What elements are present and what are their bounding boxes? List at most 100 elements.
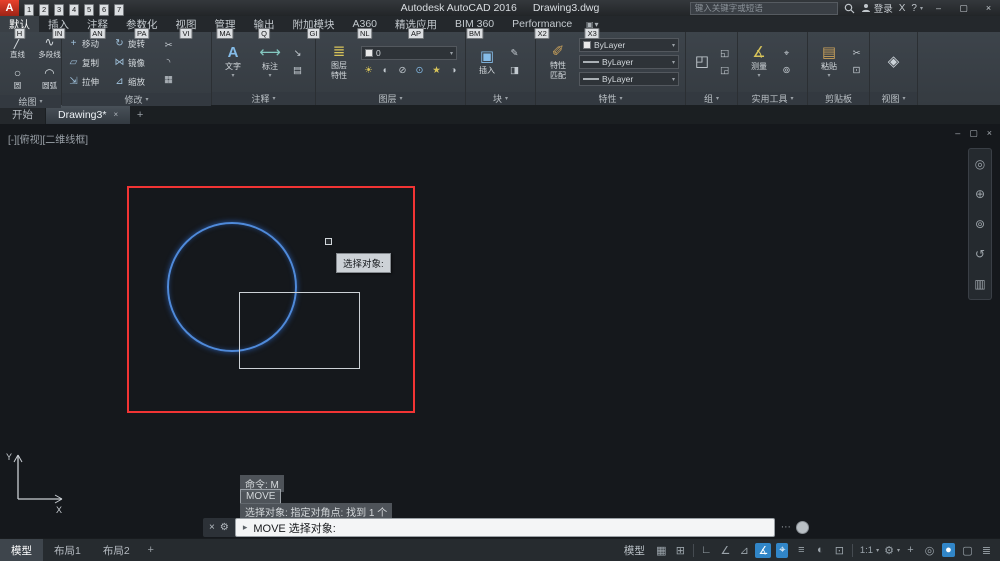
lineweight-dropdown[interactable]: ByLayer ▾ [579,55,679,69]
search-icon[interactable] [844,3,855,14]
annotation-scale-button[interactable]: 1:1▾ [856,539,880,561]
layer-off-button[interactable]: ◑ [446,63,461,78]
tab-featured-apps[interactable]: 精选应用AP [386,16,446,32]
model-space-toggle[interactable]: 模型 [624,543,645,558]
scale-button[interactable]: ⊿缩放 [112,72,158,91]
command-line-grip-icon[interactable]: ⋯ [781,522,792,533]
open-button[interactable]: ▭2 [37,0,52,16]
leader-button[interactable]: ↘ [290,46,305,61]
tab-a360[interactable]: A360NL [344,16,387,32]
close-tab-icon[interactable]: × [113,110,118,119]
layer-color-button[interactable]: ⊙ [412,63,427,78]
ribbon-options-button[interactable]: ▣▾X3 [581,16,603,32]
panel-label-groups[interactable]: 组▾ [686,92,737,105]
drawing-restore-button[interactable]: ▢ [969,128,978,139]
tab-insert[interactable]: 插入IN [39,16,78,32]
new-button[interactable]: ▯1 [22,0,37,16]
panel-label-draw[interactable]: 绘图▾ [0,95,61,108]
customize-wrench-icon[interactable]: ⚙ [220,522,229,533]
layout-tab-layout2[interactable]: 布局2 [92,539,141,561]
full-navigation-wheel-icon[interactable]: ◎ [975,157,985,171]
viewport-controls-label[interactable]: [-][俯视][二维线框] [8,131,88,146]
layer-freeze-button[interactable]: ◐ [378,63,393,78]
showmotion-icon[interactable]: ▥ [974,277,985,291]
array-button[interactable]: ▦ [161,72,176,87]
panel-label-block[interactable]: 块▾ [466,92,535,105]
pan-icon[interactable]: ⊕ [975,187,985,201]
quick-calc-button[interactable]: ⊚ [779,63,794,78]
minimize-button[interactable]: – [929,0,948,16]
signin-button[interactable]: 登录 [861,1,893,15]
polar-tracking-toggle[interactable]: ∠ [716,539,735,561]
panel-label-clipboard[interactable]: 剪贴板 [808,92,869,105]
group-button[interactable]: ◰ [690,54,714,71]
lineweight-toggle[interactable]: ≡ [792,539,811,561]
block-edit-button[interactable]: ✎ [507,46,522,61]
layer-new-button[interactable]: ★ [429,63,444,78]
redo-button[interactable]: ↷6 [97,0,112,16]
match-properties-button[interactable]: ✐ 特性 匹配 [540,44,576,81]
circle-button[interactable]: ○圆 [4,67,31,91]
save-button[interactable]: ▣3 [52,0,67,16]
selection-cycling-toggle[interactable]: ⊡ [830,539,849,561]
panel-label-modify[interactable]: 修改▾ [62,93,211,106]
layer-properties-button[interactable]: ≣ 图层 特性 [320,44,358,81]
fillet-button[interactable]: ◝ [161,55,176,70]
line-button[interactable]: ╱直线 [4,36,31,60]
tab-output[interactable]: 输出Q [245,16,284,32]
tab-home[interactable]: 默认H [0,16,39,32]
copy-button[interactable]: ▱复制 [66,53,112,72]
view-base-button[interactable]: ◈ [877,54,911,71]
panel-label-view[interactable]: 视图▾ [870,92,917,105]
plot-button[interactable]: ▤4 [67,0,82,16]
exchange-apps-icon[interactable]: X [899,3,906,14]
ortho-toggle[interactable]: ∟ [697,539,716,561]
search-input[interactable] [690,2,838,15]
snap-mode-toggle[interactable]: ⊞ [671,539,690,561]
orbit-icon[interactable]: ↺ [975,247,985,261]
grid-toggle[interactable]: ▦ [652,539,671,561]
annotation-autoscale-toggle[interactable]: + [901,539,920,561]
command-input[interactable]: ▸ MOVE 选择对象: [235,518,775,537]
table-button[interactable]: ▤ [290,63,305,78]
help-button[interactable]: ?▾ [911,3,923,14]
undo-button[interactable]: ↶5 [82,0,97,16]
customization-menu-button[interactable]: ≣ [977,539,996,561]
clean-screen-toggle[interactable]: ▢ [958,539,977,561]
layer-select-dropdown[interactable]: 0 ▾ [361,46,457,60]
stretch-button[interactable]: ⇲拉伸 [66,72,112,91]
layer-lock-button[interactable]: ⊘ [395,63,410,78]
drawing-canvas[interactable]: [-][俯视][二维线框] – ▢ × ◎ ⊕ ⊚ ↺ ▥ 选择对象: 命令: … [0,124,1000,538]
new-drawing-tab-button[interactable]: + [131,105,149,124]
drawing-minimize-button[interactable]: – [955,128,960,139]
workspace-switching-button[interactable]: ⚙▾ [880,539,901,561]
zoom-icon[interactable]: ⊚ [975,217,985,231]
autocad-app-logo[interactable]: A [0,0,19,16]
restore-button[interactable]: ▢ [954,0,973,16]
tab-parametric[interactable]: 参数化PA [117,16,167,32]
close-button[interactable]: × [979,0,998,16]
graphics-performance-toggle[interactable]: ● [939,539,958,561]
isolate-objects-button[interactable]: ◎ [920,539,939,561]
qat-menu-button[interactable]: ▾7 [112,0,127,16]
tab-performance[interactable]: PerformanceX2 [503,16,581,32]
drawing-close-button[interactable]: × [987,128,992,139]
panel-label-annotation[interactable]: 注释▾ [212,92,315,105]
insert-block-button[interactable]: ▣插入 [470,49,504,76]
linetype-dropdown[interactable]: ByLayer ▾ [579,72,679,86]
object-color-dropdown[interactable]: ByLayer ▾ [579,38,679,52]
rectangle-entity[interactable] [239,292,360,369]
panel-label-utilities[interactable]: 实用工具▾ [738,92,807,105]
cut-button[interactable]: ✂ [849,46,864,61]
layer-on-button[interactable]: ☀ [361,63,376,78]
tab-addins[interactable]: 附加模块GI [284,16,344,32]
command-line-handle[interactable] [796,521,809,534]
osnap-toggle[interactable]: ⌖ [773,539,792,561]
group-edit-button[interactable]: ◱ [717,46,732,61]
panel-label-layers[interactable]: 图层▾ [316,92,465,105]
copy-clip-button[interactable]: ⊡ [849,63,864,78]
tab-annotate[interactable]: 注释AN [78,16,117,32]
isodraft-toggle[interactable]: ⊿ [735,539,754,561]
polyline-button[interactable]: ∿多段线 [34,36,65,60]
layout-tab-layout1[interactable]: 布局1 [43,539,92,561]
